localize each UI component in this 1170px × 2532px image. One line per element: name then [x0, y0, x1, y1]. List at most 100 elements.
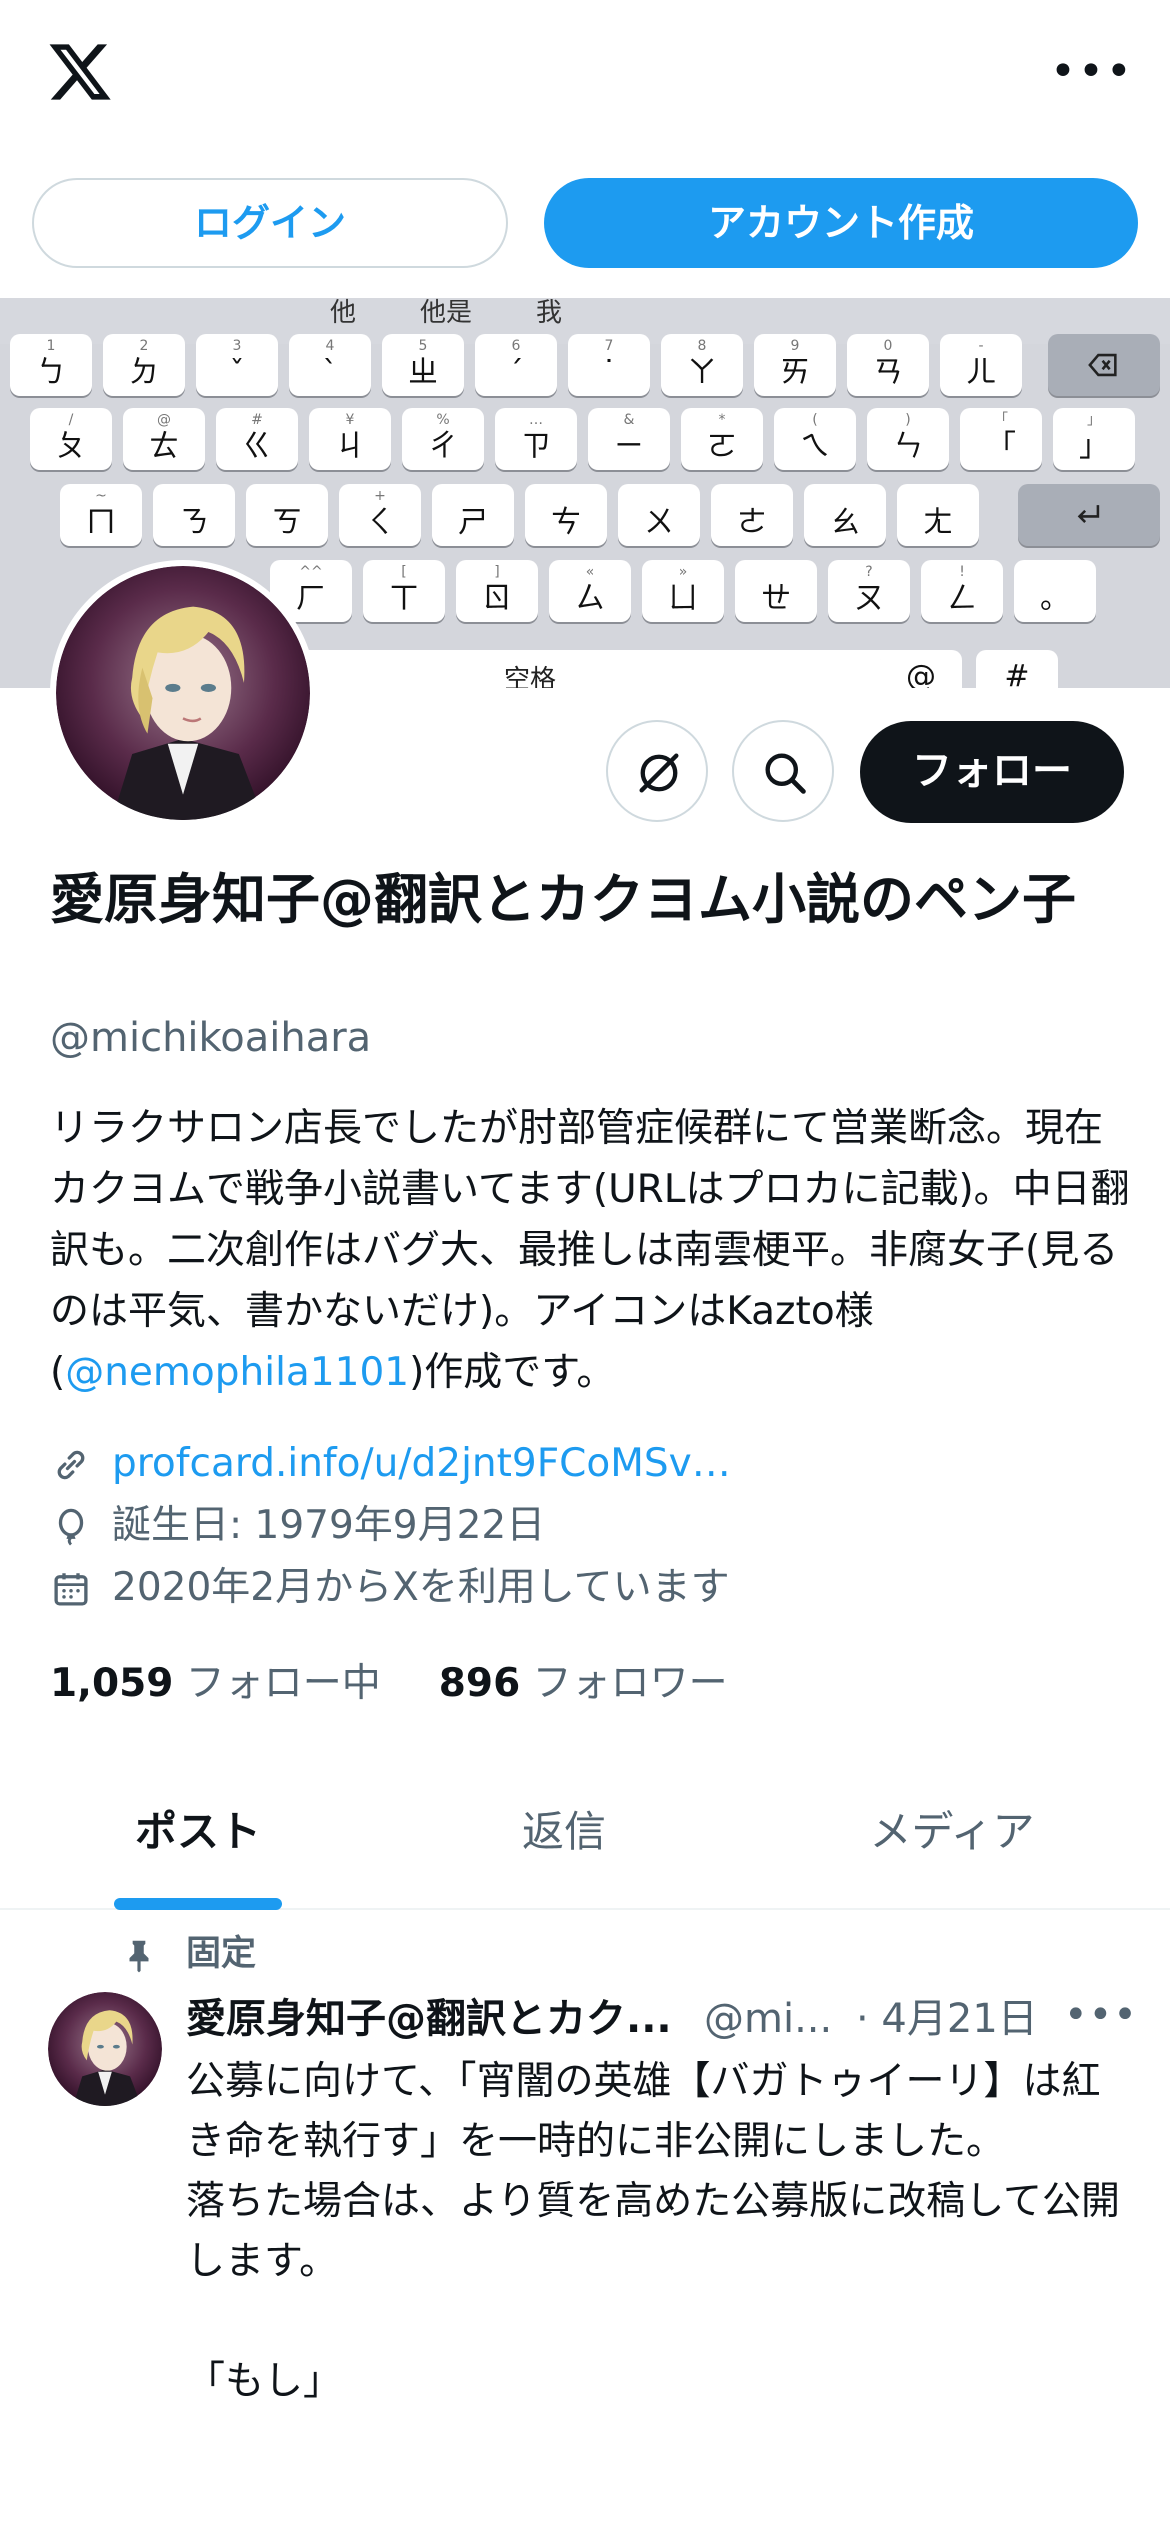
keyboard-key: ㄜ	[711, 484, 793, 546]
keyboard-key: * ㄛ	[681, 408, 763, 470]
keyboard-key-alt-label: +	[374, 488, 386, 504]
keyboard-key: ~ ㄇ	[60, 484, 142, 546]
suggestion-word: 我	[536, 298, 563, 328]
keyboard-key-label: ㄍ	[242, 429, 272, 464]
grok-button[interactable]	[606, 720, 708, 822]
keyboard-key-label: ㄤ	[923, 505, 953, 540]
keyboard-key-alt-label: 2	[139, 338, 149, 354]
keyboard-key: ) ㄣ	[867, 408, 949, 470]
keyboard-key-label: ㄥ	[947, 581, 977, 616]
keyboard-key-alt-label: @	[157, 412, 171, 428]
keyboard-key-alt-label: [	[401, 564, 407, 580]
keyboard-key-alt-label: 0	[883, 338, 893, 354]
login-button[interactable]: ログイン	[32, 178, 508, 268]
keyboard-key-label: ㄞ	[780, 355, 810, 390]
post-more-button[interactable]: •••	[1064, 1992, 1137, 2042]
post-date[interactable]: · 4月21日	[856, 1990, 1038, 2048]
keyboard-key: @ ㄊ	[123, 408, 205, 470]
keyboard-key: «ㄙ	[549, 560, 631, 622]
keyboard-key: # ㄍ	[216, 408, 298, 470]
tab-media[interactable]: メディア	[794, 1770, 1110, 1910]
keyboard-key-label: ㄩ	[668, 581, 698, 616]
keyboard-key-label: ㄠ	[830, 505, 860, 540]
keyboard-key-label: ㄚ	[687, 355, 717, 390]
keyboard-key: ㄝ	[735, 560, 817, 622]
tab-replies[interactable]: 返信	[406, 1770, 722, 1910]
keyboard-key-label: ˇ	[229, 355, 245, 390]
keyboard-key-label: ㄙ	[575, 581, 605, 616]
link-icon	[57, 1450, 85, 1480]
keyboard-key-alt-label: 9	[790, 338, 800, 354]
keyboard-key: [ㄒ	[363, 560, 445, 622]
keyboard-key-label: 「	[986, 429, 1016, 464]
keyboard-key: ㄘ	[525, 484, 607, 546]
keyboard-key-label: ㄢ	[873, 355, 903, 390]
keyboard-key-alt-label: »	[678, 564, 688, 580]
post-text: 公募に向けて、「宵闇の英雄【バガトゥイーリ】は紅き命を執行す」を一時的に非公開に…	[186, 2059, 1121, 2404]
balloon-icon	[58, 1508, 84, 1546]
keyboard-key-alt-label: %	[436, 412, 450, 428]
keyboard-key-label: ㄔ	[428, 429, 458, 464]
keyboard-key-label: ˙	[601, 355, 617, 390]
pin-icon	[129, 1940, 149, 1973]
keyboard-key-label: ㄑ	[365, 505, 395, 540]
keyboard-key: + ㄑ	[339, 484, 421, 546]
search-icon	[765, 753, 806, 794]
keyboard-key-alt-label: ^^	[299, 564, 323, 580]
keyboard-key: ㄋ	[153, 484, 235, 546]
keyboard-key: 3ˇ	[196, 334, 278, 396]
post-author-name[interactable]: 愛原身知子@翻訳とカク...	[186, 1990, 672, 2048]
keyboard-key: / ㄆ	[30, 408, 112, 470]
keyboard-key-label: ㄎ	[272, 505, 302, 540]
keyboard-key: 4ˋ	[289, 334, 371, 396]
tab-posts[interactable]: ポスト	[40, 1770, 356, 1910]
keyboard-key-label: ㄊ	[149, 429, 179, 464]
keyboard-key-alt-label: ~	[95, 488, 107, 504]
keyboard-key-label: ㄅ	[36, 355, 66, 390]
keyboard-key-alt-label: ¥	[345, 412, 355, 428]
keyboard-key: 2ㄉ	[103, 334, 185, 396]
keyboard-key-alt-label: #	[251, 412, 263, 428]
keyboard-key-label: ㄝ	[761, 581, 791, 616]
keyboard-key: 。	[1014, 560, 1096, 622]
keyboard-key-label: ㄓ	[408, 355, 438, 390]
post-author-avatar[interactable]	[48, 1992, 162, 2106]
profile-website-link[interactable]: profcard.info/u/d2jnt9FCoMSv…	[112, 1436, 731, 1492]
keyboard-key-label: 。	[1040, 581, 1070, 616]
keyboard-key-label: ㄇ	[86, 505, 116, 540]
keyboard-key: -ㄦ	[940, 334, 1022, 396]
bio-mention-link[interactable]: @nemophila1101	[65, 1350, 409, 1395]
post-author-handle[interactable]: @mi...	[704, 1990, 832, 2048]
more-options-button[interactable]: •••	[1050, 48, 1132, 96]
keyboard-key-alt-label: &	[623, 412, 635, 428]
keyboard-key: 8ㄚ	[661, 334, 743, 396]
keyboard-key-alt-label: ]	[494, 564, 500, 580]
post-header: 愛原身知子@翻訳とカク... @mi... · 4月21日	[186, 1990, 1126, 2048]
profile-display-name: 愛原身知子@翻訳とカクヨム小説のペン子	[50, 868, 1076, 931]
search-button[interactable]	[732, 720, 834, 822]
backspace-icon	[1088, 353, 1117, 377]
followers-link[interactable]: 896 フォロワー	[439, 1661, 728, 1706]
x-logo-icon[interactable]	[44, 38, 116, 106]
keyboard-key: 「「	[960, 408, 1042, 470]
keyboard-key: ㄎ	[246, 484, 328, 546]
follow-button[interactable]: フォロー	[860, 721, 1124, 823]
keyboard-key-alt-label: «	[585, 564, 595, 580]
profile-avatar[interactable]	[50, 560, 316, 826]
keyboard-key-label: ˋ	[322, 355, 338, 390]
following-count: 1,059	[50, 1661, 174, 1706]
keyboard-key: % ㄔ	[402, 408, 484, 470]
keyboard-key-label: ㄟ	[800, 429, 830, 464]
keyboard-key-alt-label: /	[68, 412, 74, 428]
following-link[interactable]: 1,059 フォロー中	[50, 1661, 381, 1706]
keyboard-key: ㄨ	[618, 484, 700, 546]
keyboard-key-alt-label: (	[812, 412, 818, 428]
followers-count: 896	[438, 1661, 521, 1706]
keyboard-key-label: ㄕ	[458, 505, 488, 540]
profile-tabs: ポスト 返信 メディア	[0, 1770, 1170, 1910]
profile-joined-date: 2020年2月からXを利用しています	[112, 1565, 730, 1610]
keyboard-key: ! ㄥ	[921, 560, 1003, 622]
keyboard-key: … ㄗ	[495, 408, 577, 470]
keyboard-key: & ㄧ	[588, 408, 670, 470]
create-account-button[interactable]: アカウント作成	[544, 178, 1138, 268]
